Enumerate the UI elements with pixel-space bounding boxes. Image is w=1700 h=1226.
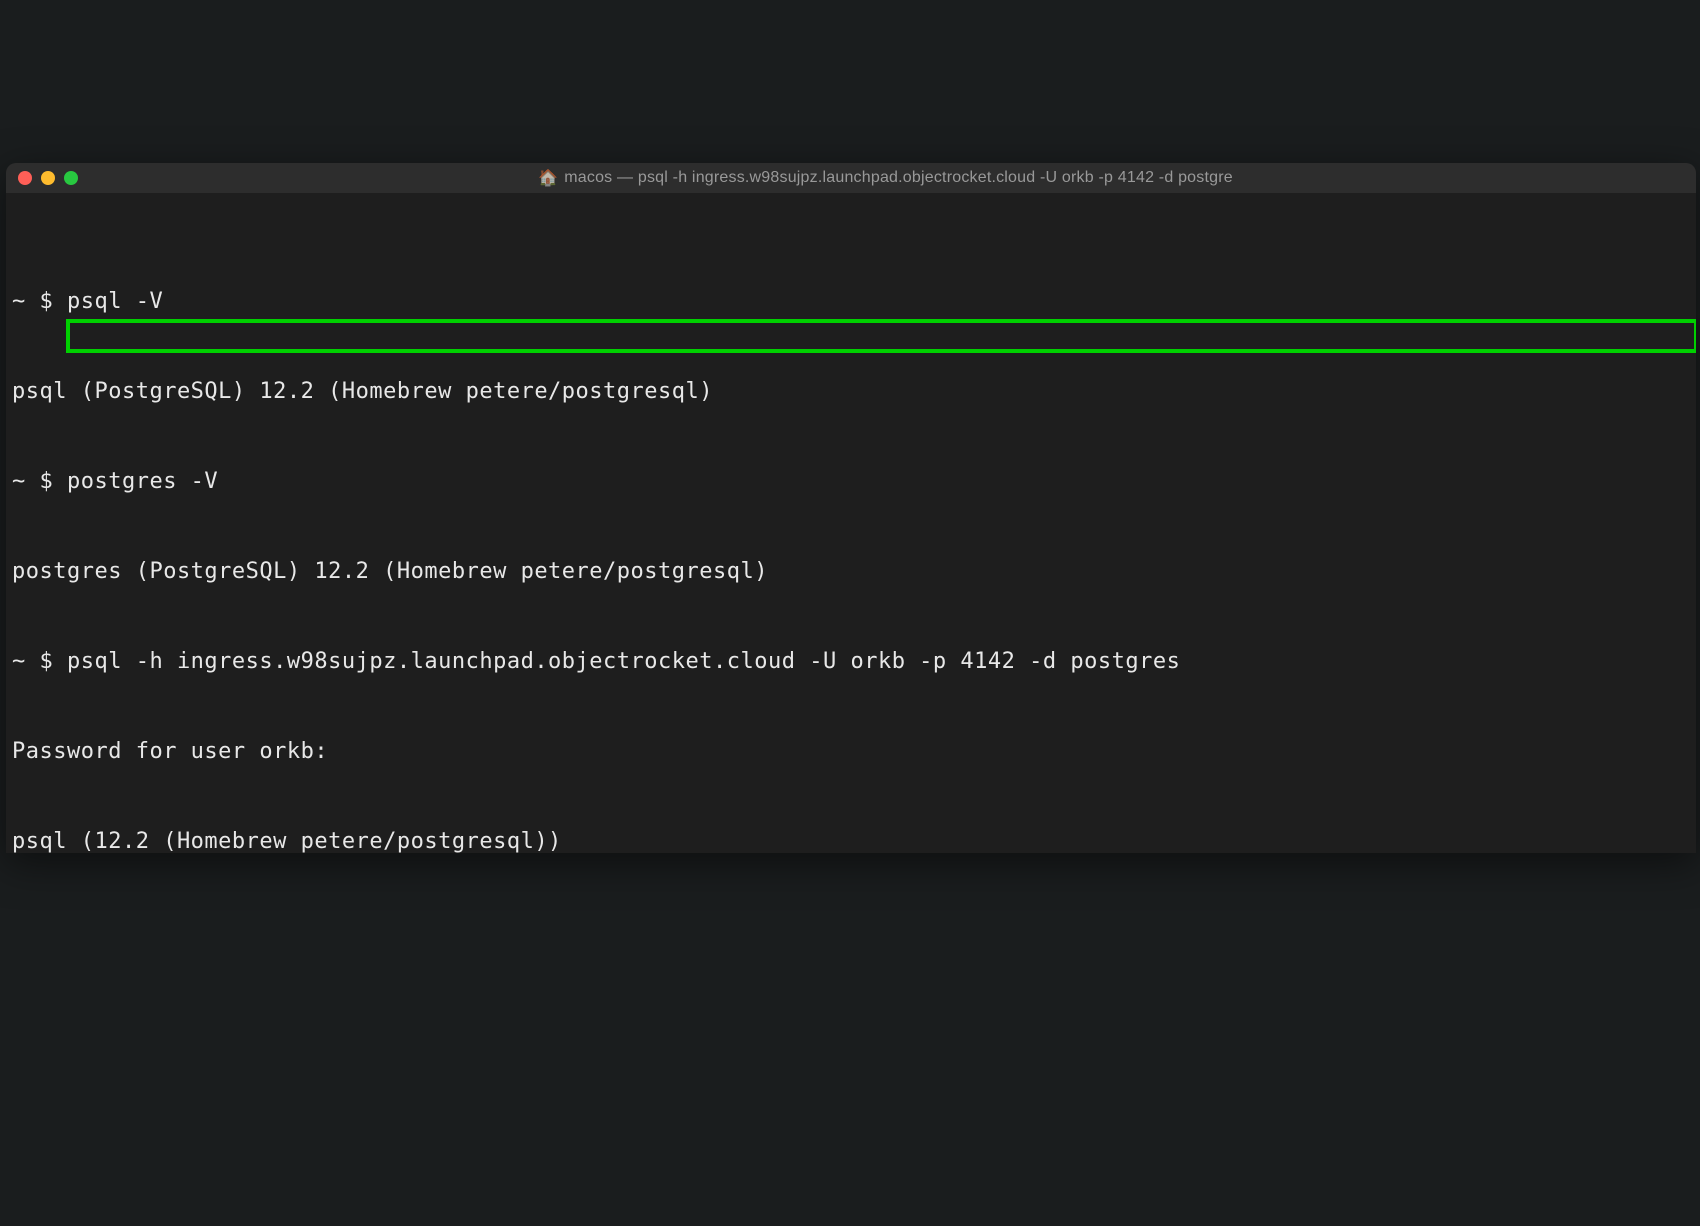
terminal-line: psql (PostgreSQL) 12.2 (Homebrew petere/… — [12, 377, 1696, 407]
terminal-window: 🏠 macos — psql -h ingress.w98sujpz.launc… — [6, 163, 1696, 853]
home-icon: 🏠 — [538, 168, 558, 188]
terminal-line: ~ $ psql -h ingress.w98sujpz.launchpad.o… — [12, 647, 1696, 677]
window-title: 🏠 macos — psql -h ingress.w98sujpz.launc… — [87, 168, 1684, 188]
minimize-button[interactable] — [41, 171, 55, 185]
close-button[interactable] — [18, 171, 32, 185]
maximize-button[interactable] — [64, 171, 78, 185]
terminal-line: psql (12.2 (Homebrew petere/postgresql)) — [12, 827, 1696, 853]
terminal-line: ~ $ psql -V — [12, 287, 1696, 317]
terminal-line: postgres (PostgreSQL) 12.2 (Homebrew pet… — [12, 557, 1696, 587]
window-title-text: macos — psql -h ingress.w98sujpz.launchp… — [564, 169, 1233, 187]
highlight-annotation — [66, 319, 1696, 353]
terminal-body[interactable]: ~ $ psql -V psql (PostgreSQL) 12.2 (Home… — [6, 193, 1696, 853]
title-bar[interactable]: 🏠 macos — psql -h ingress.w98sujpz.launc… — [6, 163, 1696, 193]
terminal-line: Password for user orkb: — [12, 737, 1696, 767]
terminal-line: ~ $ postgres -V — [12, 467, 1696, 497]
